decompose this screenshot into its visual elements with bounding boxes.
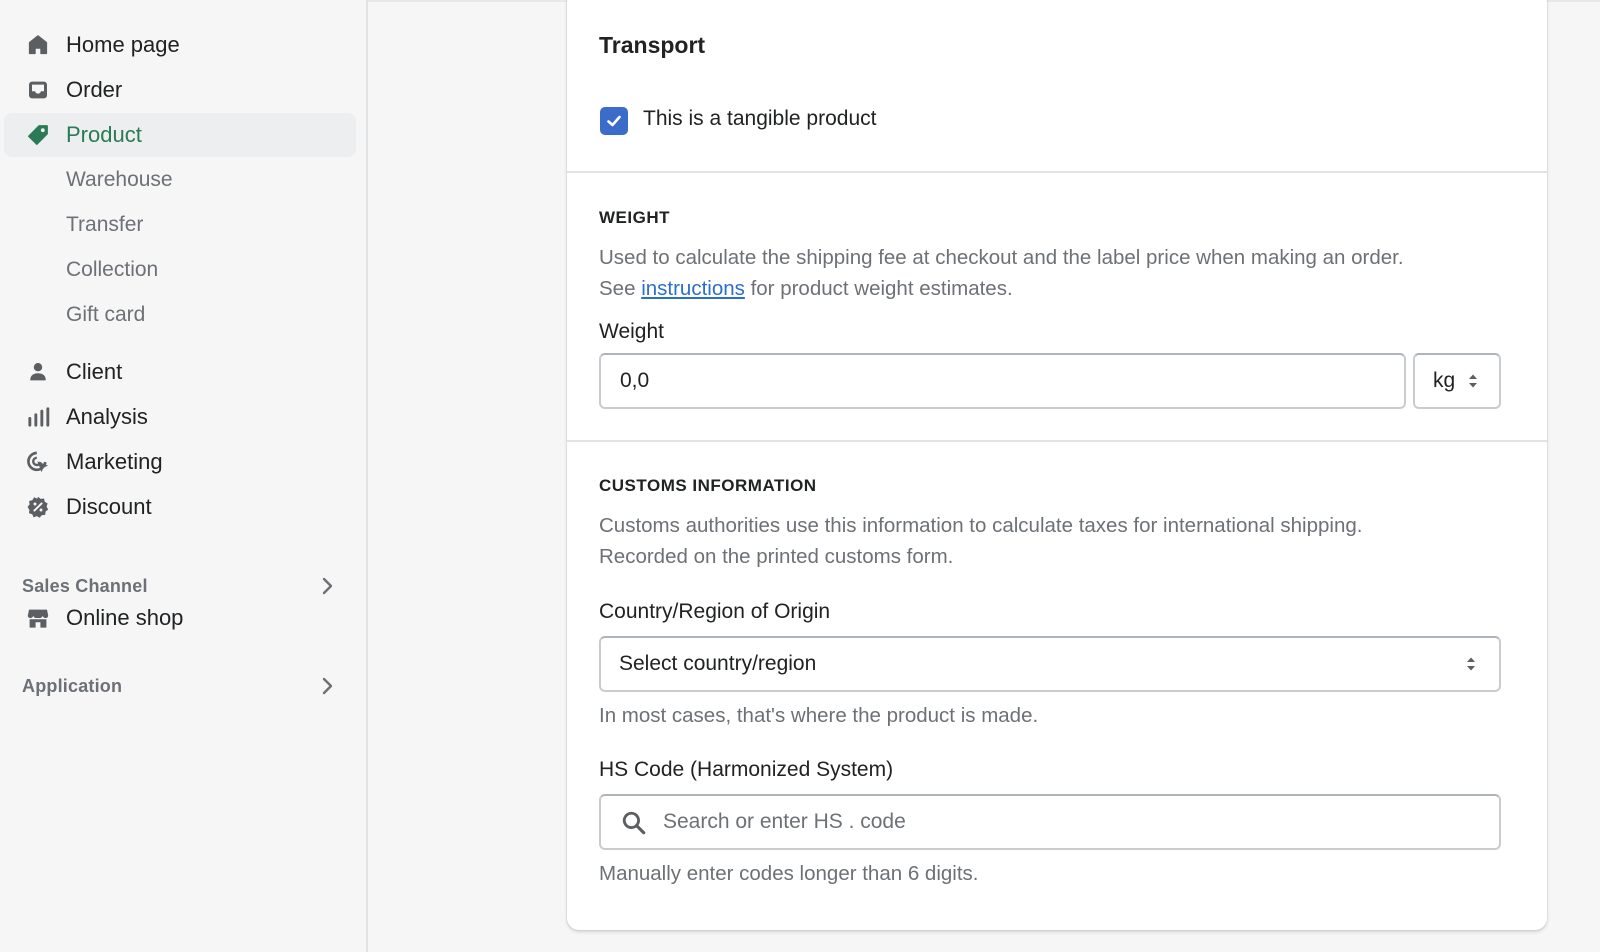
tangible-product-label[interactable]: This is a tangible product [643,107,876,131]
customs-description: Customs authorities use this information… [599,510,1529,572]
bar-chart-icon [26,405,50,429]
sidebar-subitem-transfer[interactable]: Transfer [4,203,356,247]
discount-badge-icon [26,495,50,519]
weight-description: Used to calculate the shipping fee at ch… [599,242,1529,304]
sidebar-subitem-label: Collection [66,258,159,281]
country-select[interactable]: Select country/region [599,636,1501,692]
tag-icon [26,123,50,147]
weight-input[interactable] [599,353,1406,409]
instructions-link[interactable]: instructions [641,277,745,300]
store-icon [26,606,50,630]
weight-description-line1: Used to calculate the shipping fee at ch… [599,246,1404,269]
sidebar-item-label: Online shop [66,605,184,630]
card-title: Transport [599,32,706,58]
hs-code-input-field[interactable] [663,796,1499,848]
section-label: Application [22,675,123,696]
sidebar-item-order[interactable]: Order [4,68,356,112]
sidebar-item-analysis[interactable]: Analysis [4,395,356,439]
target-cursor-icon [26,450,50,474]
sidebar-item-label: Analysis [66,404,148,429]
weight-heading: WEIGHT [599,208,670,227]
sidebar-item-label: Marketing [66,449,163,474]
select-arrows-icon [1469,374,1477,388]
country-label: Country/Region of Origin [599,600,831,623]
hs-code-help-text: Manually enter codes longer than 6 digit… [599,862,979,885]
application-section[interactable]: Application [4,668,356,704]
person-icon [26,360,50,384]
select-arrows-icon [1467,657,1475,671]
sidebar-item-product[interactable]: Product [4,113,356,157]
weight-unit-value: kg [1433,369,1456,392]
weight-label: Weight [599,320,664,343]
hs-code-label: HS Code (Harmonized System) [599,758,894,781]
sidebar-subitem-warehouse[interactable]: Warehouse [4,158,356,202]
sidebar-item-label: Client [66,359,123,384]
chevron-right-icon[interactable] [318,574,338,598]
sidebar-item-home[interactable]: Home page [4,23,356,67]
section-label: Sales Channel [22,575,148,596]
hs-code-input[interactable] [599,794,1501,850]
sidebar-item-marketing[interactable]: Marketing [4,440,356,484]
sidebar-item-label: Product [66,122,142,147]
chevron-right-icon[interactable] [318,674,338,698]
sidebar: Home page Order Product Warehouse Transf… [0,0,368,952]
sidebar-subitem-gift-card[interactable]: Gift card [4,293,356,337]
weight-input-field[interactable] [620,355,1404,407]
checkmark-icon [607,115,621,127]
weight-description-see: See [599,277,636,300]
sidebar-subitem-label: Transfer [66,213,144,236]
weight-description-rest: for product weight estimates. [750,277,1013,300]
sidebar-item-discount[interactable]: Discount [4,485,356,529]
section-divider [567,440,1547,442]
section-divider [567,171,1547,173]
sidebar-subitem-collection[interactable]: Collection [4,248,356,292]
sidebar-item-client[interactable]: Client [4,350,356,394]
sidebar-subitem-label: Gift card [66,303,146,326]
customs-description-line2: Recorded on the printed customs form. [599,545,954,568]
sidebar-item-label: Discount [66,494,152,519]
sidebar-subitem-label: Warehouse [66,168,173,191]
tangible-product-checkbox[interactable] [600,107,628,135]
weight-unit-select[interactable]: kg [1413,353,1501,409]
customs-description-line1: Customs authorities use this information… [599,514,1363,537]
search-icon [622,811,646,835]
transport-card: Transport This is a tangible product WEI… [567,0,1547,930]
sidebar-item-online-shop[interactable]: Online shop [4,596,356,640]
country-help-text: In most cases, that's where the product … [599,704,1039,727]
inbox-icon [26,78,50,102]
home-icon [26,33,50,57]
customs-heading: CUSTOMS INFORMATION [599,476,817,495]
sidebar-item-label: Home page [66,32,180,57]
country-select-value: Select country/region [619,652,817,675]
sidebar-item-label: Order [66,77,123,102]
